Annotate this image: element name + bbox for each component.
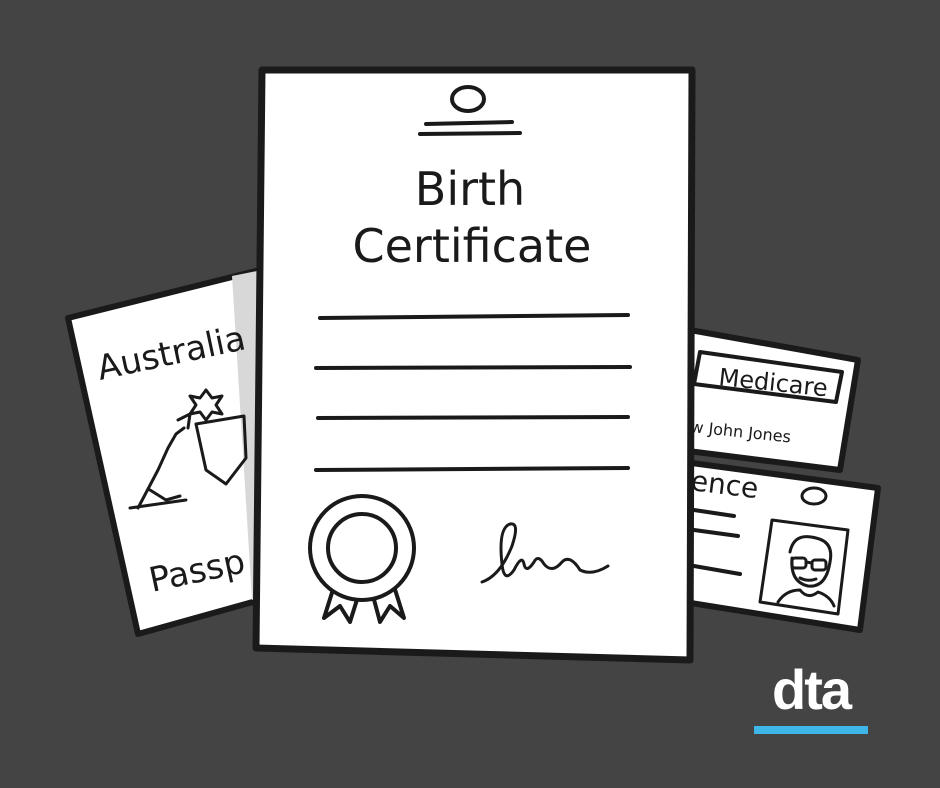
certificate-title-line1: Birth xyxy=(415,162,525,216)
dta-logo-text: dta xyxy=(772,658,852,721)
birth-certificate-document: Birth Certificate xyxy=(252,66,696,664)
dta-logo-underline xyxy=(754,726,868,734)
medicare-card: Medicare w John Jones xyxy=(677,327,861,473)
dta-logo: dta xyxy=(752,662,870,736)
certificate-title-line2: Certificate xyxy=(353,219,592,273)
licence-card: ence xyxy=(669,459,881,633)
